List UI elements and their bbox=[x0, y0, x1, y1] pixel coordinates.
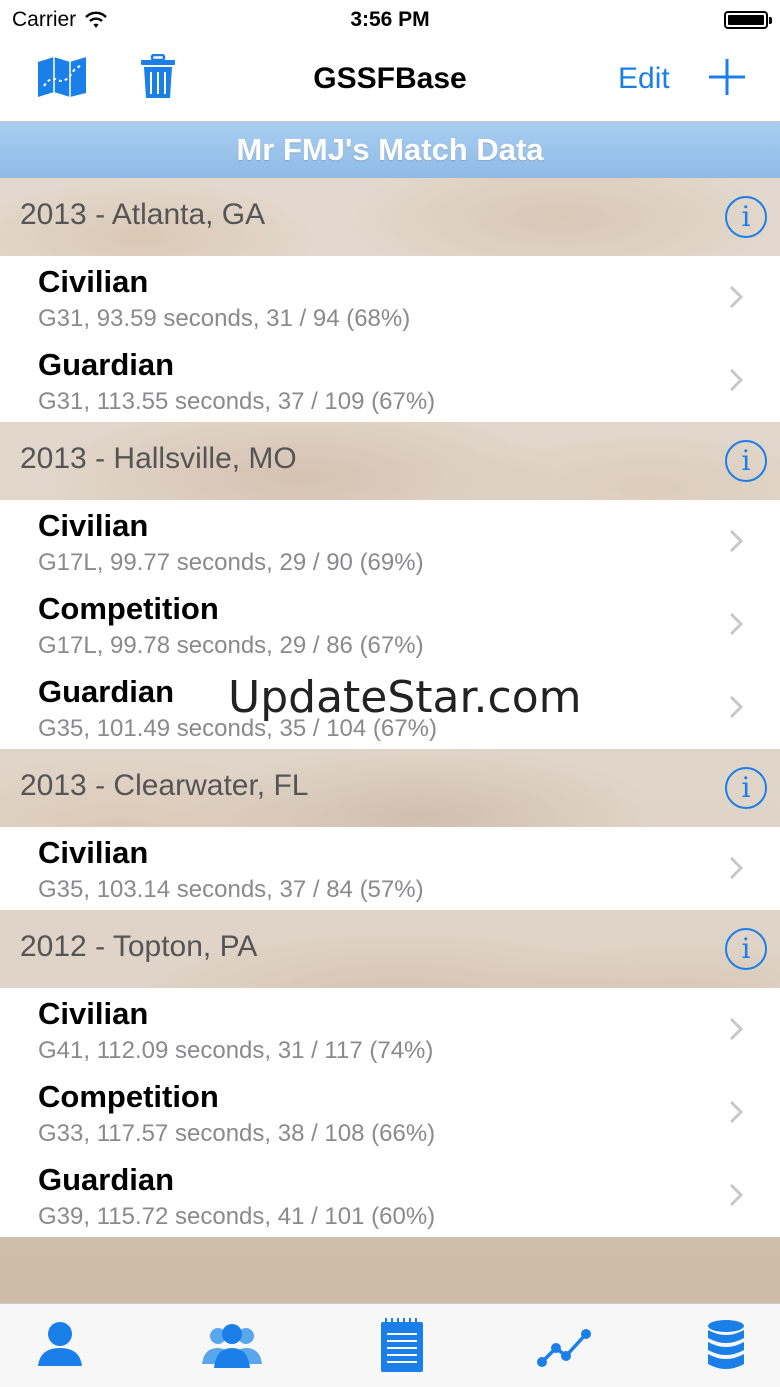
match-row[interactable]: Civilian G35, 103.14 seconds, 37 / 84 (57… bbox=[0, 827, 780, 910]
database-icon[interactable] bbox=[696, 1318, 756, 1374]
match-result: G17L, 99.77 seconds, 29 / 90 (69%) bbox=[38, 549, 424, 576]
chevron-right-icon bbox=[729, 612, 744, 636]
chevron-right-icon bbox=[729, 1183, 744, 1207]
section-title: 2013 - Hallsville, MO bbox=[20, 442, 297, 475]
division-title: Civilian bbox=[38, 508, 149, 543]
match-data-banner: Mr FMJ's Match Data bbox=[0, 122, 780, 178]
match-result: G41, 112.09 seconds, 31 / 117 (74%) bbox=[38, 1037, 434, 1064]
match-row[interactable]: Civilian G41, 112.09 seconds, 31 / 117 (7… bbox=[0, 988, 780, 1071]
section-header: 2012 - Topton, PA i bbox=[0, 910, 780, 988]
division-title: Competition bbox=[38, 591, 219, 626]
section-body: Civilian G31, 93.59 seconds, 31 / 94 (68%… bbox=[0, 256, 780, 422]
division-title: Guardian bbox=[38, 347, 175, 382]
info-icon[interactable]: i bbox=[725, 928, 767, 970]
division-title: Civilian bbox=[38, 996, 149, 1031]
division-title: Guardian bbox=[38, 1162, 175, 1197]
match-list[interactable]: 2013 - Atlanta, GA i Civilian G31, 93.59 se… bbox=[0, 178, 780, 1303]
notepad-icon[interactable] bbox=[372, 1318, 432, 1374]
info-icon[interactable]: i bbox=[725, 440, 767, 482]
section-title: 2013 - Clearwater, FL bbox=[20, 769, 309, 802]
match-result: G35, 103.14 seconds, 37 / 84 (57%) bbox=[38, 876, 424, 903]
chevron-right-icon bbox=[729, 1017, 744, 1041]
info-icon[interactable]: i bbox=[725, 767, 767, 809]
edit-button[interactable]: Edit bbox=[618, 62, 670, 96]
match-row[interactable]: Competition G33, 117.57 seconds, 38 / 108… bbox=[0, 1071, 780, 1154]
match-result: G31, 93.59 seconds, 31 / 94 (68%) bbox=[38, 305, 411, 332]
section-body: Civilian G41, 112.09 seconds, 31 / 117 (7… bbox=[0, 988, 780, 1237]
section-body: Civilian G35, 103.14 seconds, 37 / 84 (57… bbox=[0, 827, 780, 910]
navigation-bar: GSSFBase Edit bbox=[0, 40, 780, 122]
section-title: 2012 - Topton, PA bbox=[20, 930, 258, 963]
division-title: Civilian bbox=[38, 835, 149, 870]
person-icon[interactable] bbox=[30, 1318, 90, 1374]
chevron-right-icon bbox=[729, 529, 744, 553]
match-row[interactable]: Civilian G31, 93.59 seconds, 31 / 94 (68%… bbox=[0, 256, 780, 339]
match-row[interactable]: Competition G17L, 99.78 seconds, 29 / 86 … bbox=[0, 583, 780, 666]
match-row[interactable]: Guardian G39, 115.72 seconds, 41 / 101 (6… bbox=[0, 1154, 780, 1237]
match-row[interactable]: Guardian G31, 113.55 seconds, 37 / 109 (6… bbox=[0, 339, 780, 422]
match-result: G33, 117.57 seconds, 38 / 108 (66%) bbox=[38, 1120, 436, 1147]
tab-bar bbox=[0, 1303, 780, 1387]
line-chart-icon[interactable] bbox=[534, 1318, 594, 1374]
add-icon[interactable] bbox=[706, 56, 748, 98]
chevron-right-icon bbox=[729, 285, 744, 309]
match-result: G17L, 99.78 seconds, 29 / 86 (67%) bbox=[38, 632, 424, 659]
watermark: UpdateStar.com bbox=[228, 672, 582, 723]
battery-icon bbox=[724, 11, 772, 29]
match-row[interactable]: Civilian G17L, 99.77 seconds, 29 / 90 (69… bbox=[0, 500, 780, 583]
section-title: 2013 - Atlanta, GA bbox=[20, 198, 266, 231]
section-header: 2013 - Clearwater, FL i bbox=[0, 749, 780, 827]
chevron-right-icon bbox=[729, 368, 744, 392]
division-title: Guardian bbox=[38, 674, 175, 709]
section-header: 2013 - Atlanta, GA i bbox=[0, 178, 780, 256]
section-header: 2013 - Hallsville, MO i bbox=[0, 422, 780, 500]
match-result: G31, 113.55 seconds, 37 / 109 (67%) bbox=[38, 388, 436, 415]
info-icon[interactable]: i bbox=[725, 196, 767, 238]
status-bar: Carrier 3:56 PM bbox=[0, 0, 780, 40]
division-title: Civilian bbox=[38, 264, 149, 299]
match-result: G39, 115.72 seconds, 41 / 101 (60%) bbox=[38, 1203, 436, 1230]
chevron-right-icon bbox=[729, 695, 744, 719]
group-icon[interactable] bbox=[200, 1318, 264, 1374]
status-time: 3:56 PM bbox=[350, 8, 430, 31]
chevron-right-icon bbox=[729, 856, 744, 880]
chevron-right-icon bbox=[729, 1100, 744, 1124]
division-title: Competition bbox=[38, 1079, 219, 1114]
